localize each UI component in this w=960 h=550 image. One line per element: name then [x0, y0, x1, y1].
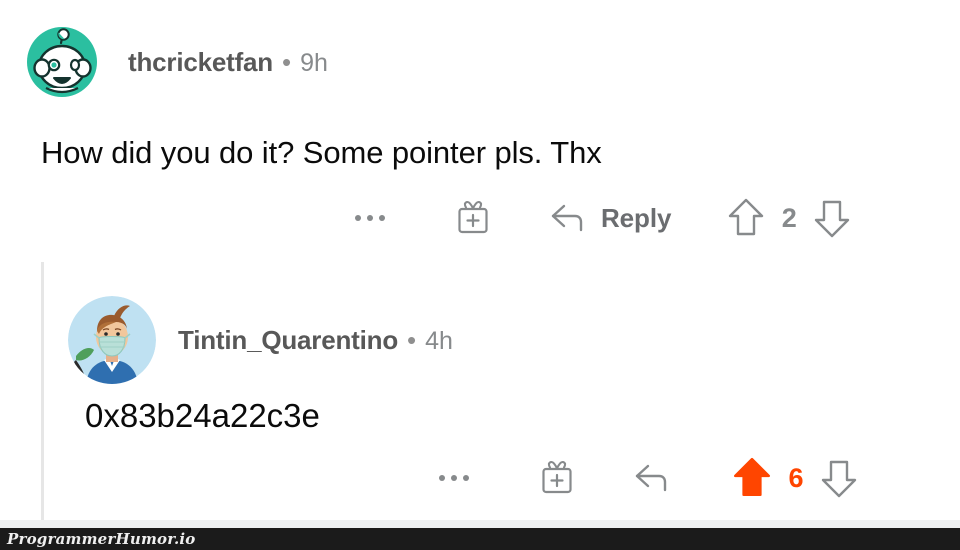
meta-separator: •: [281, 46, 292, 77]
downvote-icon[interactable]: [818, 456, 860, 500]
give-award-icon[interactable]: [454, 198, 492, 238]
comment-body-text: How did you do it? Some pointer pls. Thx: [41, 135, 602, 170]
vote-count: 2: [781, 202, 797, 233]
downvote-icon[interactable]: [811, 196, 853, 240]
comment-header: thcricketfan • 9h: [26, 26, 328, 98]
watermark-label: ProgrammerHumor.io: [7, 530, 196, 548]
comment-meta: Tintin_Quarentino • 4h: [178, 325, 453, 356]
reply-button[interactable]: [632, 460, 685, 496]
vote-count: 6: [788, 462, 804, 493]
reply-label: Reply: [601, 202, 672, 233]
watermark-top-strip: [0, 520, 960, 528]
meta-separator: •: [407, 324, 417, 355]
comment-author-username[interactable]: Tintin_Quarentino: [178, 325, 398, 356]
reddit-comment-thread: thcricketfan • 9h How did you do it? Som…: [0, 0, 960, 550]
comment-action-bar: 6: [432, 455, 860, 501]
give-award-icon[interactable]: [538, 458, 576, 498]
tintin-masked-avatar[interactable]: [68, 296, 156, 384]
upvote-icon[interactable]: [730, 455, 774, 501]
comment-action-bar: Reply 2: [348, 196, 853, 240]
comment-timestamp: 9h: [300, 48, 328, 77]
more-options-icon[interactable]: [432, 458, 476, 498]
watermark-bar: ProgrammerHumor.io: [0, 528, 960, 550]
comment-meta: thcricketfan • 9h: [128, 47, 328, 78]
reply-button[interactable]: Reply: [548, 200, 671, 236]
reddit-snoo-avatar[interactable]: [26, 26, 98, 98]
comment-author-username[interactable]: thcricketfan: [128, 47, 273, 78]
comment-body-text: 0x83b24a22c3e: [85, 397, 320, 434]
upvote-icon[interactable]: [725, 196, 767, 240]
comment-thread-top-level: thcricketfan • 9h How did you do it? Som…: [0, 0, 960, 250]
thread-collapse-line[interactable]: [41, 262, 44, 526]
comment-timestamp: 4h: [425, 326, 453, 355]
comment-header: Tintin_Quarentino • 4h: [68, 296, 453, 384]
more-options-icon[interactable]: [348, 198, 392, 238]
